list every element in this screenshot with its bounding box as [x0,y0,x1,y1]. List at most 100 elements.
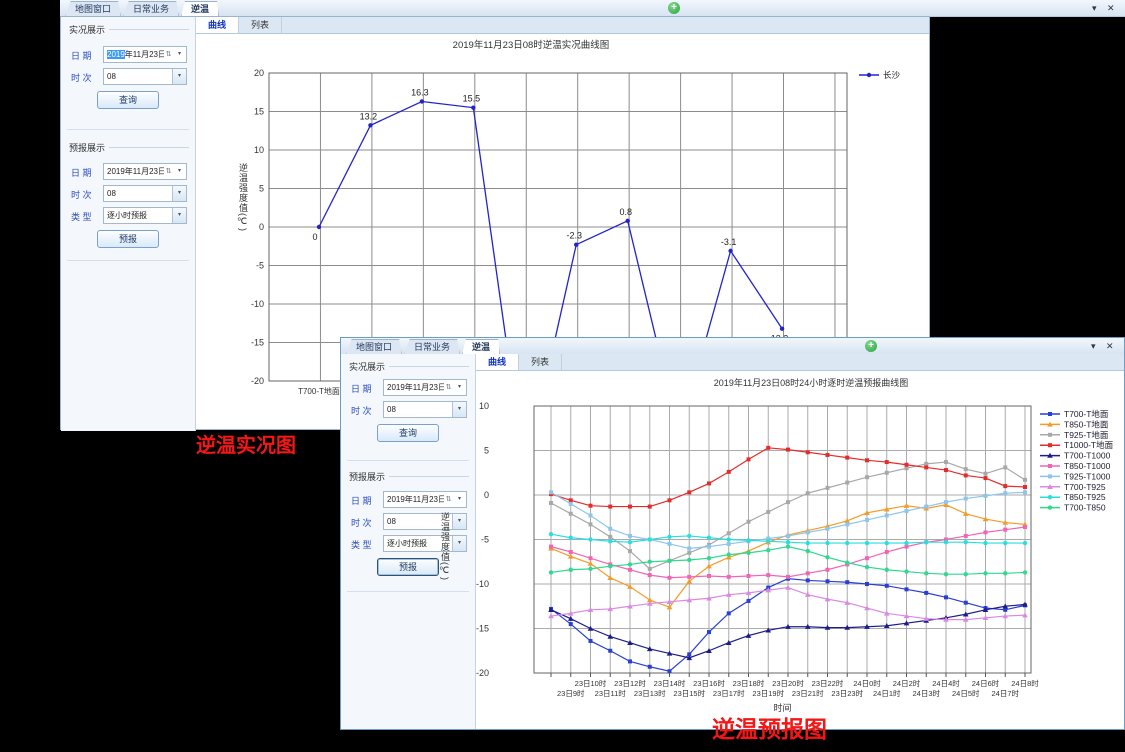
point-label: -3.1 [721,237,737,247]
x-tick-label: 23日19时 [752,688,784,698]
point-label: 0.8 [619,207,632,217]
actual-date-input[interactable]: 2019年11月23日 ⇅ ▾ [383,379,467,396]
x-tick-label: 23日16时 [693,678,725,688]
y-tick-label: -15 [251,338,264,348]
actual-group-caption: 实况展示 [69,23,189,36]
x-tick-label: 24日0时 [853,678,881,688]
date-row: 日 期 2019年11月23日 ⇅ ▾ [341,379,475,397]
actual-time-select[interactable]: 08 ▾ [103,68,187,85]
legend-label: T700-T地面 [1064,409,1109,419]
tab-list[interactable]: 列表 [239,17,282,33]
y-tick-label: 15 [254,107,264,117]
collapse-icon[interactable]: ▾ [1091,340,1096,352]
x-tick-label: 24日5时 [952,688,980,698]
forecast-type-select[interactable]: 逐小时预报 ▾ [383,535,467,552]
x-tick-label: 24日4时 [932,678,960,688]
point-label: 13.2 [360,111,378,121]
x-tick-label: 24日7时 [991,688,1019,698]
tab-map-window[interactable]: 地图窗口 [346,339,402,355]
forecast-time-select[interactable]: 08 ▾ [383,513,467,530]
legend-label: T700-T925 [1064,482,1106,492]
x-tick-label: 23日14时 [654,678,686,688]
forecast-group-caption: 预报展示 [349,470,469,483]
x-tick-label: T700-T地面 [298,386,340,396]
spinner-icon[interactable]: ⇅ [164,47,173,62]
x-tick-label: 23日13时 [634,688,666,698]
tab-daily-business[interactable]: 日常业务 [123,1,179,17]
forecast-button[interactable]: 预报 [377,558,439,576]
type-label: 类 型 [351,538,372,551]
tab-daily-business[interactable]: 日常业务 [404,339,460,355]
spinner-icon[interactable]: ⇅ [444,380,453,395]
type-row: 类 型 逐小时预报 ▾ [61,207,195,225]
x-tick-label: 24日1时 [873,688,901,698]
date-row: 日 期 2019年11月23日 ⇅ ▾ [341,491,475,509]
tab-map-window[interactable]: 地图窗口 [65,1,121,17]
legend-label: T850-T925 [1064,492,1106,502]
actual-date-input[interactable]: 2019年11月23日 ⇅ ▾ [103,46,187,63]
forecast-chart-ylabel: 逆温强度值(℃) [439,512,452,581]
x-tick-label: 23日9时 [557,688,585,698]
point-label: 15.5 [463,94,481,104]
legend-entry: T850-T地面 [1040,419,1109,429]
legend-entry: T850-T925 [1040,492,1106,502]
close-icon[interactable]: ✕ [1107,2,1115,14]
y-tick-label: -20 [251,376,264,386]
forecast-control-panel: 实况展示 日 期 2019年11月23日 ⇅ ▾ 时 次 08 ▾ 查询 [341,354,476,729]
collapse-icon[interactable]: ▾ [1092,2,1097,14]
legend-label: T1000-T地面 [1064,440,1114,450]
time-label: 时 次 [71,188,92,201]
actual-window-tabstrip: 地图窗口 日常业务 逆温 + ▾ ✕ [60,0,1125,17]
actual-group-caption: 实况展示 [349,360,469,373]
legend-entry: T1000-T地面 [1040,440,1114,450]
query-button[interactable]: 查询 [97,91,159,109]
forecast-time-select[interactable]: 08 ▾ [103,185,187,202]
forecast-date-input[interactable]: 2019年11月23日 ⇅ ▾ [383,491,467,508]
tab-list[interactable]: 列表 [519,354,562,370]
point-label: 0 [312,232,317,242]
add-tab-icon[interactable]: + [668,2,680,14]
chevron-down-icon[interactable]: ▾ [453,380,466,395]
forecast-group-caption: 预报展示 [69,141,189,154]
date-row: 日 期 2019年11月23日 ⇅ ▾ [61,163,195,181]
forecast-button[interactable]: 预报 [97,230,159,248]
tab-curve[interactable]: 曲线 [196,17,239,33]
legend-entry: 长沙 [859,70,901,80]
chevron-down-icon[interactable]: ▾ [173,47,186,62]
forecast-window-tabstrip: 地图窗口 日常业务 逆温 + ▾ ✕ [341,338,1124,355]
forecast-type-select[interactable]: 逐小时预报 ▾ [103,207,187,224]
chevron-down-icon[interactable]: ▾ [172,69,186,84]
close-icon[interactable]: ✕ [1106,340,1114,352]
time-row: 时 次 08 ▾ [61,68,195,86]
forecast-date-input[interactable]: 2019年11月23日 ⇅ ▾ [103,163,187,180]
tab-curve[interactable]: 曲线 [476,354,519,370]
actual-time-select[interactable]: 08 ▾ [383,401,467,418]
actual-chart-title: 2019年11月23日08时逆温实况曲线图 [361,37,701,51]
add-tab-icon[interactable]: + [865,340,877,352]
date-selected-part: 2019 [107,50,125,59]
time-label: 时 次 [71,71,92,84]
spinner-icon[interactable]: ⇅ [164,164,173,179]
view-tabs: 曲线 列表 [196,17,929,34]
tab-inversion[interactable]: 逆温 [181,1,219,17]
time-row: 时 次 08 ▾ [61,185,195,203]
legend-entry: T700-T1000 [1040,451,1111,461]
x-tick-label: 23日15时 [673,688,705,698]
query-button[interactable]: 查询 [377,424,439,442]
spinner-icon[interactable]: ⇅ [444,492,453,507]
chevron-down-icon[interactable]: ▾ [453,492,466,507]
x-tick-label: 24日2时 [893,678,921,688]
forecast-chart-title: 2019年11月23日08时24小时逐时逆温预报曲线图 [631,376,991,389]
chevron-down-icon[interactable]: ▾ [452,402,466,417]
time-row: 时 次 08 ▾ [341,401,475,419]
chevron-down-icon[interactable]: ▾ [172,186,186,201]
view-tabs: 曲线 列表 [476,354,1124,371]
chevron-down-icon[interactable]: ▾ [173,164,186,179]
chevron-down-icon[interactable]: ▾ [172,208,186,223]
x-tick-label: 23日10时 [575,678,607,688]
chevron-down-icon[interactable]: ▾ [452,514,466,529]
actual-control-panel: 实况展示 日 期 2019年11月23日 ⇅ ▾ 时 次 08 ▾ 查询 预报展… [61,17,196,431]
tab-inversion[interactable]: 逆温 [462,339,500,355]
time-label: 时 次 [351,404,372,417]
chevron-down-icon[interactable]: ▾ [452,536,466,551]
